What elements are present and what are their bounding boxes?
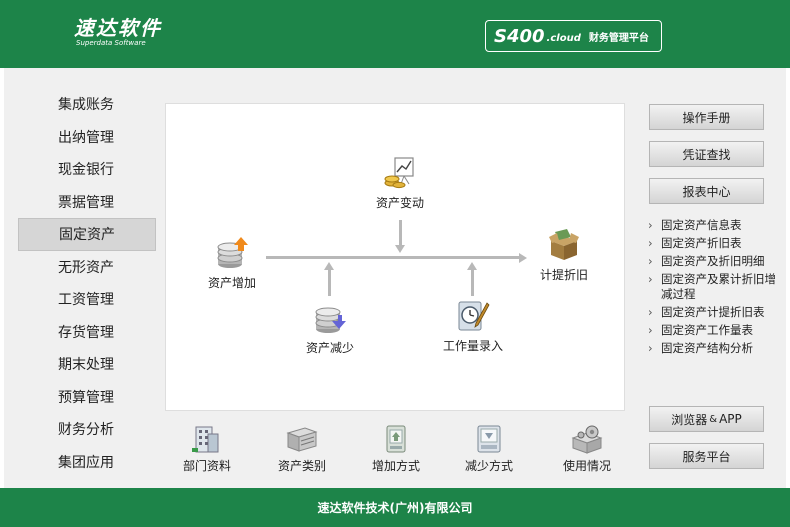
database-down-icon [315, 307, 346, 333]
service-platform-button[interactable]: 服务平台 [649, 443, 764, 469]
bottom-item-label: 减少方式 [464, 459, 513, 473]
product-badge: S400 .cloud 财务管理平台 [485, 20, 662, 52]
product-name: S400 [494, 25, 545, 47]
sidebar-item-cash-bank[interactable]: 现金银行 [18, 153, 156, 186]
sidebar-item-intangible-assets[interactable]: 无形资产 [18, 251, 156, 284]
node-workload-entry[interactable]: 工作量录入 [438, 299, 508, 354]
chevron-right-icon: › [648, 341, 653, 355]
report-link-label: 固定资产信息表 [661, 218, 742, 232]
logo-subtitle: Superdata Software [76, 39, 146, 47]
sidebar-item-financial-analysis[interactable]: 财务分析 [18, 413, 156, 446]
voucher-search-button[interactable]: 凭证查找 [649, 141, 764, 167]
node-asset-change[interactable]: 资产变动 [370, 156, 430, 211]
app-label: APP [719, 412, 742, 426]
report-link-label: 固定资产结构分析 [661, 341, 753, 355]
report-link-label: 固定资产工作量表 [661, 323, 753, 337]
server-stack-icon [286, 427, 318, 452]
node-label: 计提折旧 [539, 268, 588, 282]
sidebar-item-period-end[interactable]: 期末处理 [18, 348, 156, 381]
chevron-right-icon: › [648, 236, 653, 250]
ampersand: & [709, 413, 718, 425]
manual-button[interactable]: 操作手册 [649, 104, 764, 130]
report-link-asset-info[interactable]: › 固定资产信息表 [648, 218, 778, 233]
database-up-icon [217, 237, 248, 268]
bottom-item-asset-categories[interactable]: 资产类别 [271, 424, 333, 474]
node-label: 资产减少 [305, 341, 354, 355]
sidebar-item-fixed-assets[interactable]: 固定资产 [18, 218, 156, 251]
sidebar-item-inventory[interactable]: 存货管理 [18, 316, 156, 349]
report-link-structure-analysis[interactable]: › 固定资产结构分析 [648, 341, 778, 356]
company-logo: 速达软件 Superdata Software [74, 17, 162, 48]
header-bar: 速达软件 Superdata Software S400 .cloud 财务管理… [0, 0, 790, 68]
report-link-label: 固定资产及折旧明细 [661, 254, 765, 268]
sidebar-nav: 集成账务 出纳管理 现金银行 票据管理 固定资产 无形资产 工资管理 存货管理 … [18, 88, 156, 478]
product-description: 财务管理平台 [588, 32, 649, 44]
sidebar-item-payroll[interactable]: 工资管理 [18, 283, 156, 316]
add-method-icon [386, 425, 406, 453]
report-center-button[interactable]: 报表中心 [649, 178, 764, 204]
report-link-workload[interactable]: › 固定资产工作量表 [648, 323, 778, 338]
reduce-method-icon [477, 425, 501, 453]
report-list: › 固定资产信息表 › 固定资产折旧表 › 固定资产及折旧明细 › 固定资产及累… [648, 218, 778, 359]
browser-label: 浏览器 [671, 412, 708, 427]
flow-connector-workload [471, 270, 474, 296]
sidebar-item-integrated-accounting[interactable]: 集成账务 [18, 88, 156, 121]
footer-bar: 速达软件技术(广州)有限公司 [0, 488, 790, 527]
flow-connector-change [399, 220, 402, 245]
sidebar-item-group-apps[interactable]: 集团应用 [18, 446, 156, 479]
bottom-item-label: 使用情况 [562, 459, 611, 473]
report-link-depreciation[interactable]: › 固定资产折旧表 [648, 236, 778, 251]
node-label: 资产增加 [207, 276, 256, 290]
flow-arrow-from-workload [467, 262, 477, 270]
report-link-depreciation-accrual[interactable]: › 固定资产计提折旧表 [648, 305, 778, 320]
chevron-right-icon: › [648, 254, 653, 268]
report-link-accumulated-changes[interactable]: › 固定资产及累计折旧增减过程 [648, 272, 778, 302]
node-label: 工作量录入 [442, 339, 503, 353]
gear-box-icon [571, 425, 603, 454]
report-link-label: 固定资产折旧表 [661, 236, 742, 250]
report-link-label: 固定资产及累计折旧增减过程 [661, 272, 776, 301]
node-depreciation[interactable]: 计提折旧 [533, 228, 595, 283]
chevron-right-icon: › [648, 323, 653, 337]
browser-app-button[interactable]: 浏览器 & APP [649, 406, 764, 432]
bottom-item-usage-status[interactable]: 使用情况 [557, 424, 617, 474]
bottom-item-add-methods[interactable]: 增加方式 [366, 424, 426, 474]
chevron-right-icon: › [648, 305, 653, 319]
chevron-right-icon: › [648, 272, 653, 286]
node-asset-decrease[interactable]: 资产减少 [300, 301, 360, 356]
node-asset-increase[interactable]: 资产增加 [200, 236, 264, 291]
footer-company: 速达软件技术(广州)有限公司 [317, 501, 473, 515]
chevron-right-icon: › [648, 218, 653, 232]
flow-connector-main [266, 256, 519, 259]
chart-coins-icon [384, 157, 414, 189]
sidebar-item-bills[interactable]: 票据管理 [18, 186, 156, 219]
report-link-asset-depreciation-detail[interactable]: › 固定资产及折旧明细 [648, 254, 778, 269]
flow-connector-decrease [328, 270, 331, 296]
bottom-item-label: 部门资料 [182, 459, 231, 473]
clock-pen-icon [458, 301, 490, 331]
report-link-label: 固定资产计提折旧表 [661, 305, 765, 319]
bottom-item-reduce-methods[interactable]: 减少方式 [459, 424, 519, 474]
sidebar-item-cashier[interactable]: 出纳管理 [18, 121, 156, 154]
flow-arrow-to-depreciation [519, 253, 527, 263]
building-icon [192, 426, 219, 453]
flow-arrow-from-change [395, 245, 405, 253]
open-box-icon [549, 229, 579, 260]
product-suffix: .cloud [546, 32, 581, 44]
node-label: 资产变动 [375, 196, 424, 210]
sidebar-item-budget[interactable]: 预算管理 [18, 381, 156, 414]
bottom-item-label: 增加方式 [371, 459, 420, 473]
bottom-item-departments[interactable]: 部门资料 [178, 424, 236, 474]
bottom-item-label: 资产类别 [277, 459, 326, 473]
flow-arrow-from-decrease [324, 262, 334, 270]
logo-title: 速达软件 [74, 16, 162, 40]
